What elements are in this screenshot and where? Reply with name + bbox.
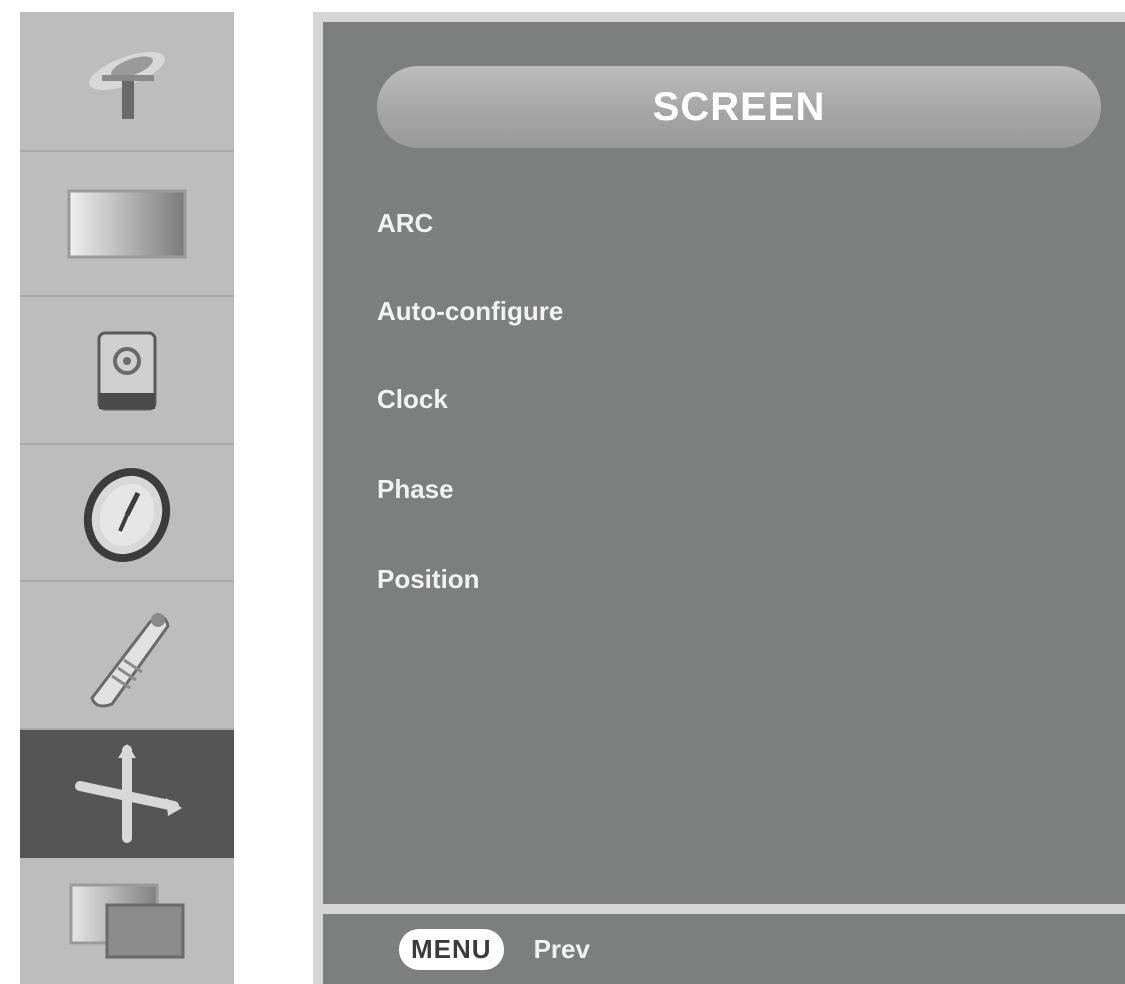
sidebar-item-pip[interactable] — [20, 858, 234, 984]
page-title: SCREEN — [652, 84, 826, 129]
menu-item-clock[interactable]: Clock — [377, 384, 448, 415]
screen-icon — [75, 744, 182, 843]
menu-item-arc[interactable]: ARC — [377, 208, 433, 239]
pip-icon — [69, 883, 185, 959]
sidebar-item-settings[interactable] — [20, 582, 234, 730]
sidebar-item-satellite[interactable] — [20, 12, 234, 152]
menu-item-position[interactable]: Position — [377, 564, 480, 595]
settings-icon — [90, 613, 170, 708]
sidebar-item-screen[interactable] — [20, 730, 234, 858]
sidebar-item-sound[interactable] — [20, 297, 234, 445]
sidebar-item-time[interactable] — [20, 445, 234, 582]
prev-label: Prev — [533, 933, 590, 964]
screen-menu-panel: SCREEN ARC Auto-configure Clock Phase Po… — [313, 12, 1125, 984]
satellite-icon — [89, 52, 165, 119]
sidebar — [20, 12, 234, 984]
menu-button[interactable]: MENU — [399, 928, 504, 970]
sound-icon — [97, 331, 157, 411]
time-icon — [83, 467, 171, 562]
footer-bar: MENU Prev — [323, 914, 1125, 984]
menu-item-auto-configure[interactable]: Auto-configure — [377, 296, 563, 327]
title-bar: SCREEN — [377, 66, 1101, 148]
menu-item-phase[interactable]: Phase — [377, 474, 454, 505]
menu-body: SCREEN ARC Auto-configure Clock Phase Po… — [323, 22, 1125, 904]
picture-icon — [67, 189, 187, 258]
sidebar-item-picture[interactable] — [20, 152, 234, 297]
